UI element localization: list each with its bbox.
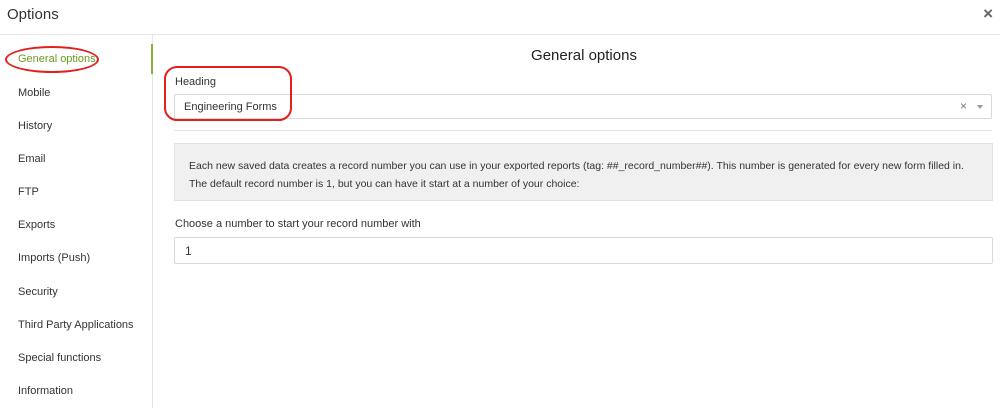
sidebar-item-mobile[interactable]: Mobile xyxy=(18,87,50,99)
annotation-circle-general-options xyxy=(5,46,99,73)
sidebar-item-security[interactable]: Security xyxy=(18,286,58,298)
heading-select[interactable]: Engineering Forms × xyxy=(174,94,992,119)
sidebar-item-information[interactable]: Information xyxy=(18,385,73,397)
record-number-input[interactable] xyxy=(174,237,993,264)
info-box: Each new saved data creates a record num… xyxy=(174,143,993,201)
options-window: Options × General options Mobile History… xyxy=(0,0,1000,408)
title-bar: Options × xyxy=(0,0,1000,35)
clear-icon[interactable]: × xyxy=(960,99,967,113)
sidebar-item-exports[interactable]: Exports xyxy=(18,219,55,231)
sidebar-item-imports-push[interactable]: Imports (Push) xyxy=(18,252,90,264)
sidebar-item-third-party-applications[interactable]: Third Party Applications xyxy=(18,319,134,331)
window-title: Options xyxy=(7,6,59,23)
sidebar-item-ftp[interactable]: FTP xyxy=(18,186,39,198)
sidebar-item-special-functions[interactable]: Special functions xyxy=(18,352,101,364)
close-icon[interactable]: × xyxy=(983,5,993,23)
record-number-label: Choose a number to start your record num… xyxy=(175,218,421,230)
sidebar-item-history[interactable]: History xyxy=(18,120,52,132)
divider xyxy=(174,130,992,131)
active-indicator xyxy=(151,44,153,74)
chevron-down-icon[interactable] xyxy=(977,105,983,109)
sidebar-item-email[interactable]: Email xyxy=(18,153,46,165)
annotation-box-heading xyxy=(164,66,292,121)
page-title: General options xyxy=(531,47,637,64)
